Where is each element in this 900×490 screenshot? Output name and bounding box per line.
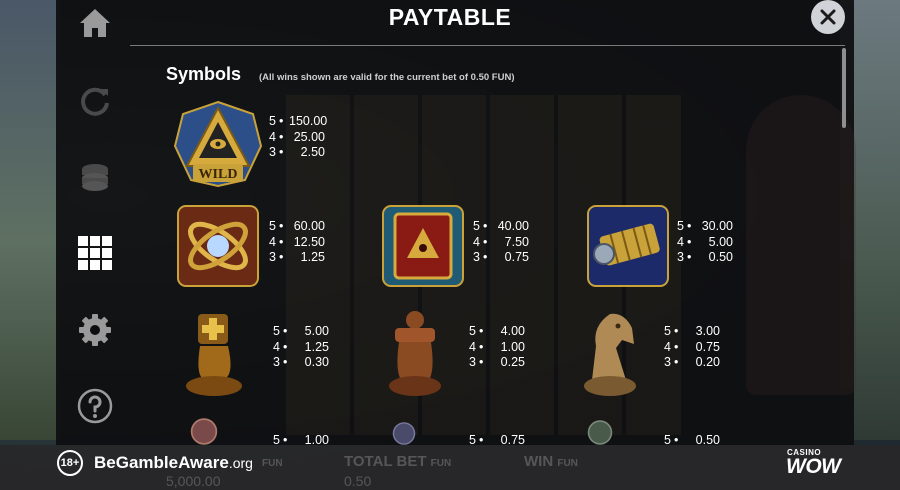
- chess-knight-symbol: [570, 306, 650, 402]
- pay-value: 0.50: [695, 433, 720, 445]
- refresh-icon: [81, 87, 109, 116]
- paytable-chess-knight: 5 • 3.00 4 • 0.75 3 • 0.20: [664, 324, 720, 369]
- home-icon: [80, 9, 110, 37]
- pay-value: 0.30: [304, 355, 329, 369]
- brand-logo: WOW: [786, 455, 841, 478]
- pay-value: 40.00: [497, 219, 529, 233]
- chess-king-symbol: [176, 306, 256, 402]
- paytable-wild: 5 • 150.00 4 • 25.00 3 • 2.50: [269, 114, 328, 159]
- pay-value: 0.20: [695, 355, 720, 369]
- coin-stack-icon: [82, 164, 108, 191]
- refresh-button[interactable]: [76, 82, 114, 120]
- pay-value: 30.00: [701, 219, 733, 233]
- settings-button[interactable]: [76, 311, 114, 349]
- character-shadow: [746, 95, 856, 395]
- pay-value: 0.75: [695, 339, 720, 354]
- wild-symbol: WILD: [173, 100, 263, 188]
- pay-value: 25.00: [293, 129, 325, 144]
- pay-value: 0.50: [708, 250, 733, 264]
- gear-icon: [79, 314, 111, 346]
- begambleaware-link[interactable]: BeGambleAware.org: [94, 453, 253, 473]
- close-button[interactable]: [811, 0, 845, 34]
- paytable-coin-1: 5 • 1.00: [273, 433, 329, 445]
- help-icon: [77, 388, 113, 424]
- book-symbol: [381, 204, 465, 288]
- coin-symbol-2: [380, 422, 428, 445]
- section-title: Symbols: [166, 64, 242, 84]
- coins-button[interactable]: [76, 158, 114, 196]
- pay-value: 7.50: [504, 234, 529, 249]
- pay-value: 1.25: [300, 250, 325, 264]
- pay-value: 0.75: [500, 433, 525, 445]
- paytable-book: 5 • 40.00 4 • 7.50 3 • 0.75: [473, 219, 529, 264]
- pay-value: 12.50: [293, 234, 325, 249]
- total-bet-label: TOTAL BET FUN: [344, 453, 452, 470]
- coin-symbol-1: [180, 418, 228, 445]
- help-button[interactable]: [76, 387, 114, 425]
- pay-value: 0.25: [500, 355, 525, 369]
- win-label: WIN FUN: [524, 453, 578, 470]
- page-title: PAYTABLE: [388, 4, 512, 30]
- pay-value: 5.00: [304, 324, 329, 338]
- cryptex-symbol: [586, 204, 670, 288]
- pay-value: 4.00: [500, 324, 525, 338]
- paytable-cryptex: 5 • 30.00 4 • 5.00 3 • 0.50: [677, 219, 733, 264]
- grid-icon: [78, 236, 112, 270]
- gyroscope-symbol: [176, 204, 260, 288]
- close-icon: [820, 9, 836, 25]
- balance-label: FUN: [262, 458, 283, 469]
- pay-value: 60.00: [293, 219, 325, 233]
- background-forest-left: [0, 0, 60, 440]
- paytable-gyroscope: 5 • 60.00 4 • 12.50 3 • 1.25: [269, 219, 325, 264]
- home-button[interactable]: [76, 4, 114, 42]
- coin-symbol-3: [576, 420, 624, 445]
- balance-value: 5,000.00: [166, 473, 221, 489]
- total-bet-value: 0.50: [344, 473, 372, 489]
- title-divider: [130, 45, 845, 46]
- paytable-tab-button[interactable]: [76, 234, 114, 272]
- pay-value: 150.00: [289, 114, 328, 128]
- pay-value: 1.25: [304, 339, 329, 354]
- paytable-chess-pawn: 5 • 4.00 4 • 1.00 3 • 0.25: [469, 324, 525, 369]
- paytable-chess-king: 5 • 5.00 4 • 1.25 3 • 0.30: [273, 324, 329, 369]
- pay-value: 3.00: [695, 324, 720, 338]
- scrollbar[interactable]: [842, 48, 846, 128]
- chess-pawn-symbol: [375, 306, 455, 402]
- pay-value: 2.50: [300, 145, 325, 159]
- pay-value: 5.00: [708, 234, 733, 249]
- pay-value: 1.00: [500, 339, 525, 354]
- pay-value: 1.00: [304, 433, 329, 445]
- paytable-coin-3: 5 • 0.50: [664, 433, 720, 445]
- wild-label: WILD: [199, 167, 238, 182]
- paytable-coin-2: 5 • 0.75: [469, 433, 525, 445]
- pay-value: 0.75: [504, 250, 529, 264]
- age-restriction-badge: 18+: [57, 450, 83, 476]
- section-note: (All wins shown are valid for the curren…: [259, 72, 515, 83]
